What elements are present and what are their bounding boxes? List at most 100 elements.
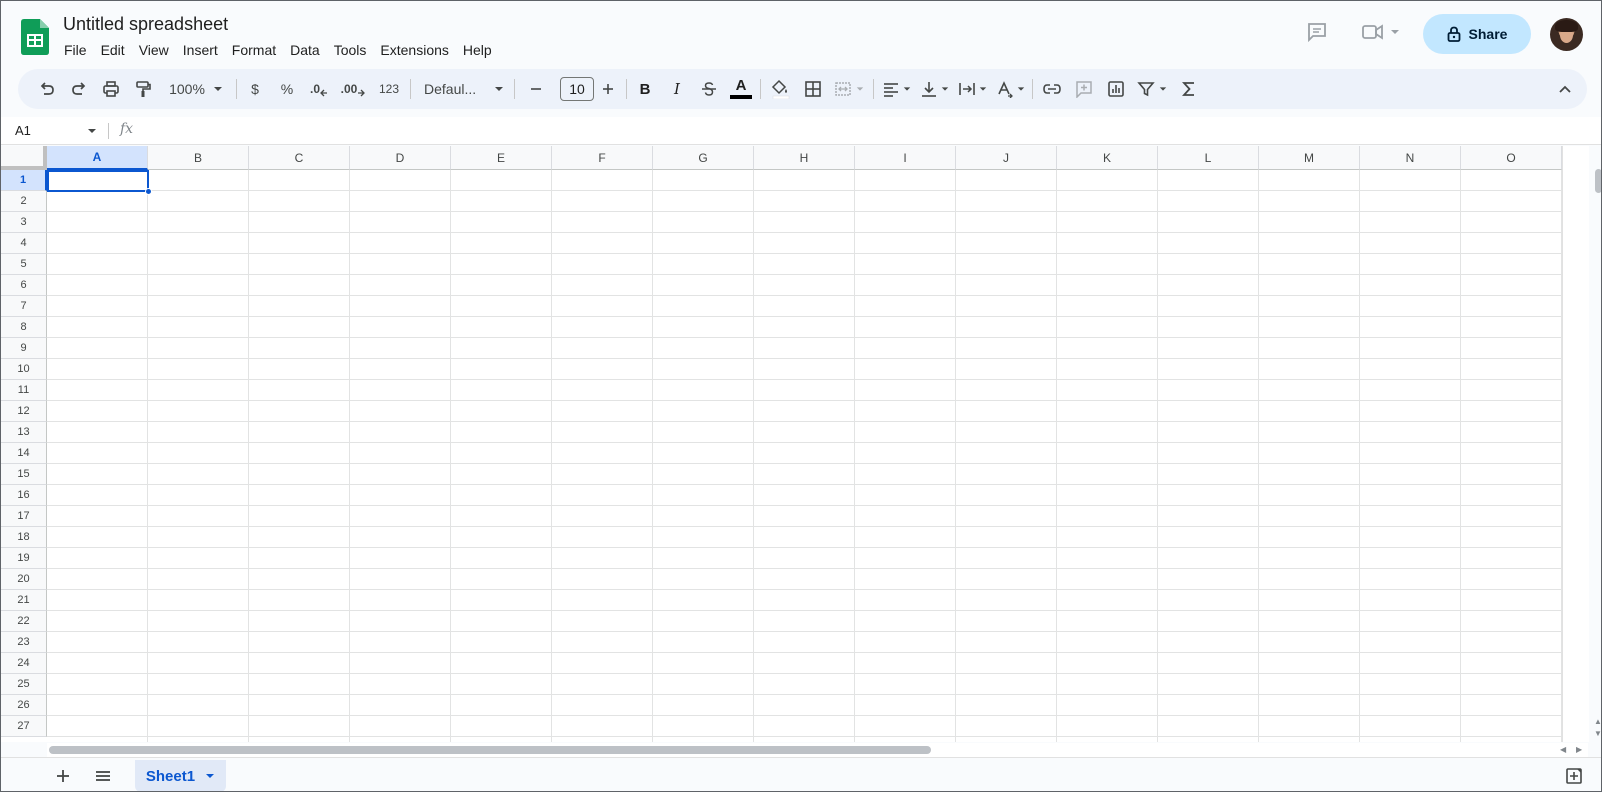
increase-decimal-button[interactable]: .00	[336, 69, 370, 109]
horizontal-scroll-thumb[interactable]	[49, 746, 931, 754]
print-button[interactable]	[96, 69, 126, 109]
row-header-7[interactable]: 7	[1, 296, 47, 317]
row-header-19[interactable]: 19	[1, 548, 47, 569]
text-color-button[interactable]: A	[726, 69, 756, 109]
row-header-4[interactable]: 4	[1, 233, 47, 254]
column-header-e[interactable]: E	[451, 146, 552, 170]
menu-format[interactable]: Format	[225, 40, 283, 60]
row-header-22[interactable]: 22	[1, 611, 47, 632]
share-button[interactable]: Share	[1423, 14, 1531, 54]
insert-link-button[interactable]	[1036, 69, 1068, 109]
scroll-right-arrow-icon[interactable]: ▶	[1576, 745, 1582, 754]
menu-insert[interactable]: Insert	[176, 40, 225, 60]
row-header-5[interactable]: 5	[1, 254, 47, 275]
increase-font-size-button[interactable]	[596, 69, 620, 109]
row-header-3[interactable]: 3	[1, 212, 47, 233]
menu-tools[interactable]: Tools	[327, 40, 374, 60]
formula-input[interactable]	[146, 121, 1546, 141]
column-header-j[interactable]: J	[956, 146, 1057, 170]
document-title[interactable]: Untitled spreadsheet	[63, 14, 228, 35]
menu-view[interactable]: View	[132, 40, 176, 60]
select-all-corner[interactable]	[1, 146, 47, 170]
row-header-27[interactable]: 27	[1, 716, 47, 737]
column-header-o[interactable]: O	[1461, 146, 1562, 170]
hide-menus-button[interactable]	[1550, 69, 1580, 109]
row-header-25[interactable]: 25	[1, 674, 47, 695]
add-sheet-button[interactable]	[51, 764, 75, 788]
chevron-down-icon[interactable]	[87, 126, 97, 136]
row-header-2[interactable]: 2	[1, 191, 47, 212]
undo-button[interactable]	[32, 69, 62, 109]
menu-extensions[interactable]: Extensions	[373, 40, 455, 60]
row-header-20[interactable]: 20	[1, 569, 47, 590]
column-header-g[interactable]: G	[653, 146, 754, 170]
row-header-13[interactable]: 13	[1, 422, 47, 443]
borders-button[interactable]	[798, 69, 828, 109]
insert-chart-button[interactable]	[1100, 69, 1132, 109]
currency-format-button[interactable]: $	[240, 69, 270, 109]
column-header-i[interactable]: I	[855, 146, 956, 170]
strikethrough-button[interactable]	[694, 69, 724, 109]
create-filter-button[interactable]	[1134, 69, 1170, 109]
name-box[interactable]: A1	[15, 123, 31, 138]
column-header-n[interactable]: N	[1360, 146, 1461, 170]
decrease-decimal-button[interactable]: .0	[304, 69, 334, 109]
comments-button[interactable]	[1306, 21, 1328, 43]
meet-button[interactable]	[1361, 21, 1401, 43]
paint-format-button[interactable]	[128, 69, 158, 109]
horizontal-align-button[interactable]	[878, 69, 914, 109]
active-cell-A1[interactable]	[47, 170, 149, 192]
zoom-select[interactable]: 100%	[160, 69, 232, 109]
column-header-f[interactable]: F	[552, 146, 653, 170]
font-size-input[interactable]: 10	[560, 77, 594, 101]
functions-button[interactable]	[1174, 69, 1204, 109]
column-header-b[interactable]: B	[148, 146, 249, 170]
insert-comment-button[interactable]	[1068, 69, 1100, 109]
row-header-26[interactable]: 26	[1, 695, 47, 716]
all-sheets-button[interactable]	[91, 764, 115, 788]
text-wrapping-button[interactable]	[954, 69, 990, 109]
row-header-12[interactable]: 12	[1, 401, 47, 422]
column-header-d[interactable]: D	[350, 146, 451, 170]
row-header-23[interactable]: 23	[1, 632, 47, 653]
vertical-align-button[interactable]	[916, 69, 952, 109]
row-header-14[interactable]: 14	[1, 443, 47, 464]
more-formats-button[interactable]: 123	[372, 69, 406, 109]
merge-cells-button[interactable]	[830, 69, 868, 109]
menu-edit[interactable]: Edit	[94, 40, 132, 60]
row-header-15[interactable]: 15	[1, 464, 47, 485]
menu-data[interactable]: Data	[283, 40, 327, 60]
explore-icon[interactable]	[1565, 767, 1583, 785]
text-rotation-button[interactable]	[992, 69, 1028, 109]
account-avatar[interactable]	[1550, 18, 1583, 51]
decrease-font-size-button[interactable]	[524, 69, 548, 109]
chevron-down-icon[interactable]	[205, 771, 215, 781]
scroll-down-arrow-icon[interactable]: ▼	[1594, 729, 1601, 738]
menu-help[interactable]: Help	[456, 40, 499, 60]
percent-format-button[interactable]: %	[272, 69, 302, 109]
row-header-8[interactable]: 8	[1, 317, 47, 338]
font-family-select[interactable]: Defaul...	[418, 69, 510, 109]
row-header-21[interactable]: 21	[1, 590, 47, 611]
fill-color-button[interactable]	[766, 69, 796, 109]
menu-file[interactable]: File	[57, 40, 94, 60]
column-header-l[interactable]: L	[1158, 146, 1259, 170]
row-header-11[interactable]: 11	[1, 380, 47, 401]
column-header-a[interactable]: A	[47, 146, 148, 170]
redo-button[interactable]	[64, 69, 94, 109]
column-header-m[interactable]: M	[1259, 146, 1360, 170]
row-header-10[interactable]: 10	[1, 359, 47, 380]
row-header-9[interactable]: 9	[1, 338, 47, 359]
row-header-16[interactable]: 16	[1, 485, 47, 506]
row-header-17[interactable]: 17	[1, 506, 47, 527]
column-header-c[interactable]: C	[249, 146, 350, 170]
column-header-k[interactable]: K	[1057, 146, 1158, 170]
italic-button[interactable]: I	[662, 69, 692, 109]
scroll-up-arrow-icon[interactable]: ▲	[1594, 717, 1601, 726]
column-header-h[interactable]: H	[754, 146, 855, 170]
fill-handle[interactable]	[145, 188, 152, 195]
row-header-24[interactable]: 24	[1, 653, 47, 674]
cell-area[interactable]	[47, 170, 1562, 742]
row-header-18[interactable]: 18	[1, 527, 47, 548]
vertical-scroll-thumb[interactable]	[1595, 169, 1601, 193]
